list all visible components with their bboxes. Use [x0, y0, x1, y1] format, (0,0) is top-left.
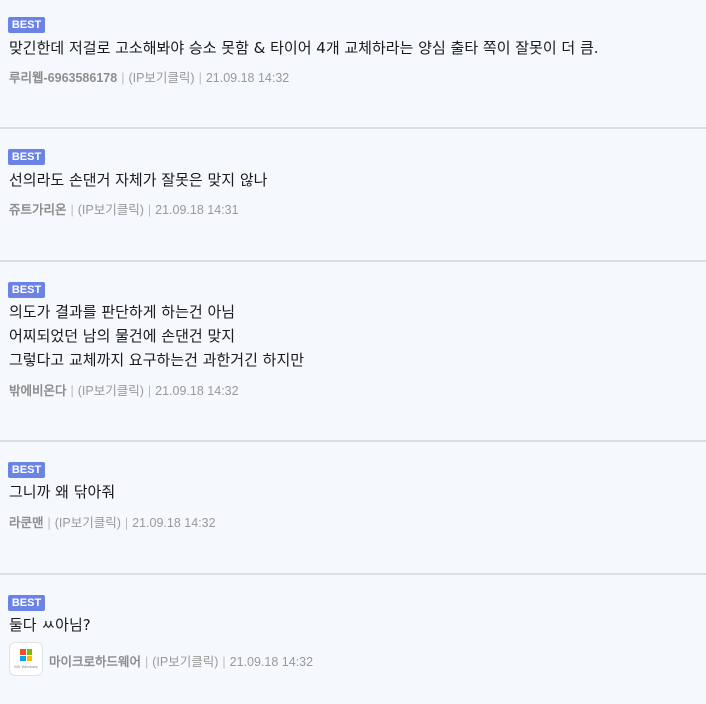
windows-logo-icon [20, 649, 32, 661]
comment-text: 선의라도 손댄거 자체가 잘못은 맞지 않나 [9, 168, 267, 192]
best-badge: BEST [8, 17, 45, 33]
author-name[interactable]: 마이크로하드웨어 [49, 655, 141, 669]
comment-item: BEST 그니까 왜 닦아줘 라쿤맨 | (IP보기클릭) | 21.09.18 14:… [0, 442, 706, 574]
comment-text: 그니까 왜 닦아줘 [9, 480, 115, 504]
meta-separator: | [145, 655, 149, 669]
comment-meta: 라쿤맨 | (IP보기클릭) | 21.09.18 14:32 [9, 512, 216, 531]
author-name[interactable]: 쥬트가리온 [9, 203, 67, 217]
ip-link[interactable]: (IP보기클릭) [78, 203, 144, 217]
comment-text: 의도가 결과를 판단하게 하는건 아님어찌되었던 남의 물건에 손댄건 맞지그렇… [9, 300, 304, 372]
comment-date: 21.09.18 14:32 [132, 516, 216, 530]
meta-separator: | [147, 384, 152, 398]
ip-link[interactable]: (IP보기클릭) [55, 516, 121, 530]
comment-item: BEST 의도가 결과를 판단하게 하는건 아님어찌되었던 남의 물건에 손댄건… [0, 262, 706, 441]
comment-meta: 밖에비온다 | (IP보기클릭) | 21.09.18 14:32 [9, 380, 239, 399]
meta-separator: | [70, 203, 74, 217]
comment-line: 의도가 결과를 판단하게 하는건 아님 [9, 303, 236, 321]
ip-link[interactable]: (IP보기클릭) [128, 71, 194, 85]
comment-item: BEST 맞긴한데 저걸로 고소해봐야 승소 못함 & 타이어 4개 교체하라는… [0, 0, 706, 128]
comment-date: 21.09.18 14:32 [205, 71, 290, 85]
comment-date: 21.09.18 14:32 [155, 384, 239, 398]
avatar-caption: MS Windows [14, 664, 38, 669]
meta-separator: | [222, 655, 226, 669]
ip-link[interactable]: (IP보기클릭) [152, 655, 218, 669]
comment-meta: 마이크로하드웨어 | (IP보기클릭) | 21.09.18 14:32 [49, 651, 313, 670]
meta-separator: | [198, 71, 202, 85]
meta-separator: | [47, 516, 51, 530]
comment-text: 맞긴한데 저걸로 고소해봐야 승소 못함 & 타이어 4개 교체하라는 양심 출… [9, 36, 599, 60]
meta-separator: | [70, 384, 74, 398]
comment-list: BEST 맞긴한데 저걸로 고소해봐야 승소 못함 & 타이어 4개 교체하라는… [0, 0, 706, 704]
comment-item: BEST 둘다 ㅆ아님? MS Windows 마이크로하드웨어 | (IP보기클릭… [0, 575, 706, 704]
ip-link[interactable]: (IP보기클릭) [78, 384, 144, 398]
best-badge: BEST [8, 595, 45, 611]
comment-meta: 쥬트가리온 | (IP보기클릭) | 21.09.18 14:31 [9, 199, 239, 218]
comment-item: BEST 선의라도 손댄거 자체가 잘못은 맞지 않나 쥬트가리온 | (IP보기클… [0, 129, 706, 261]
comment-date: 21.09.18 14:32 [229, 655, 314, 669]
best-badge: BEST [8, 149, 45, 165]
best-badge: BEST [8, 462, 45, 478]
meta-separator: | [147, 203, 152, 217]
comment-line: 둘다 ㅆ아님? [9, 616, 91, 634]
comment-date: 21.09.18 14:31 [155, 203, 239, 217]
best-badge: BEST [8, 282, 45, 298]
author-name[interactable]: 라쿤맨 [9, 516, 44, 530]
comment-text: 둘다 ㅆ아님? [9, 613, 91, 637]
comment-line: 어찌되었던 남의 물건에 손댄건 맞지 [9, 327, 236, 345]
author-name[interactable]: 루리웹-6963586178 [9, 71, 117, 85]
comment-meta: 루리웹-6963586178 | (IP보기클릭) | 21.09.18 14:32 [9, 67, 289, 86]
meta-separator: | [124, 516, 129, 530]
comment-line: 선의라도 손댄거 자체가 잘못은 맞지 않나 [9, 171, 268, 189]
comment-line: 그렇다고 교체까지 요구하는건 과한거긴 하지만 [9, 351, 305, 369]
meta-separator: | [121, 71, 125, 85]
user-avatar[interactable]: MS Windows [9, 642, 43, 676]
comment-line: 그니까 왜 닦아줘 [9, 483, 116, 501]
author-name[interactable]: 밖에비온다 [9, 384, 67, 398]
comment-line: 맞긴한데 저걸로 고소해봐야 승소 못함 & 타이어 4개 교체하라는 양심 출… [9, 39, 599, 57]
